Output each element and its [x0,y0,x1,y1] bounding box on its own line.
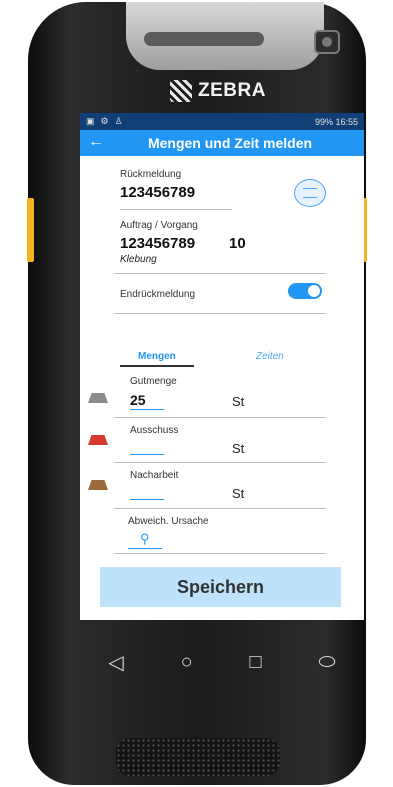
back-arrow-icon[interactable]: ← [88,133,104,151]
divider [114,508,326,509]
brand-logo: ZEBRA [170,80,266,102]
search-icon[interactable]: ⚲ [140,531,150,547]
status-bar: ▣ ⚙ ♙ 99% 16:55 [80,113,364,130]
gutmenge-unit: St [232,394,245,409]
ingot-gray-icon [88,393,108,403]
settings-icon: ⚙ [100,116,109,126]
nacharbeit-label: Nacharbeit [130,470,179,481]
rueckmeldung-value: 123456789 [120,184,196,201]
home-nav-icon[interactable]: ○ [181,651,193,674]
divider [114,553,326,554]
ausschuss-unit: St [232,441,245,456]
person-icon: ♙ [114,116,123,126]
rueckmeldung-label: Rückmeldung [120,169,182,180]
ingot-red-icon [88,435,108,445]
back-nav-icon[interactable]: ◁ [108,650,123,675]
speaker-grille [116,738,280,776]
recent-apps-icon[interactable]: □ [250,651,262,674]
divider [120,209,232,210]
page-title: Mengen und Zeit melden [147,135,313,151]
endrueckmeldung-toggle[interactable] [288,283,322,299]
abweichung-label: Abweich. Ursache [128,516,209,527]
abweichung-underline [128,548,162,549]
divider [114,417,326,418]
divider [114,273,326,274]
save-button[interactable]: Speichern [100,567,341,607]
tab-mengen[interactable]: Mengen [138,351,176,362]
vorgang-value: 10 [229,235,246,252]
gutmenge-underline [130,409,164,410]
status-right-text: 99% 16:55 [314,116,358,127]
ausschuss-label: Ausschuss [130,425,179,436]
brand-name: ZEBRA [198,80,266,101]
nacharbeit-underline [130,499,164,500]
ingot-bronze-icon [88,480,108,490]
auftrag-value: 123456789 [120,235,196,252]
app-bar: ← Mengen und Zeit melden [80,130,364,156]
extra-nav-icon[interactable]: ⬭ [318,651,335,674]
navigation-bar: ◁ ○ □ ⬭ [80,635,364,690]
auftrag-description: Klebung [120,254,157,265]
chat-icon[interactable] [294,179,326,207]
app-screen: ▣ ⚙ ♙ 99% 16:55 ← Mengen und Zeit melden… [80,113,364,620]
earpiece [144,32,264,46]
side-scan-button-left[interactable] [27,198,34,262]
nacharbeit-unit: St [232,486,245,501]
auftrag-label: Auftrag / Vorgang [120,220,198,231]
gutmenge-label: Gutmenge [130,376,177,387]
image-icon: ▣ [86,116,95,126]
tab-zeiten[interactable]: Zeiten [256,351,284,362]
divider [114,313,326,314]
zebra-head-icon [170,80,192,102]
endrueckmeldung-label: Endrückmeldung [120,289,196,300]
ausschuss-underline [130,454,164,455]
gutmenge-input[interactable]: 25 [130,392,146,408]
divider [114,462,326,463]
camera-icon [314,30,340,54]
active-tab-indicator [120,365,194,367]
